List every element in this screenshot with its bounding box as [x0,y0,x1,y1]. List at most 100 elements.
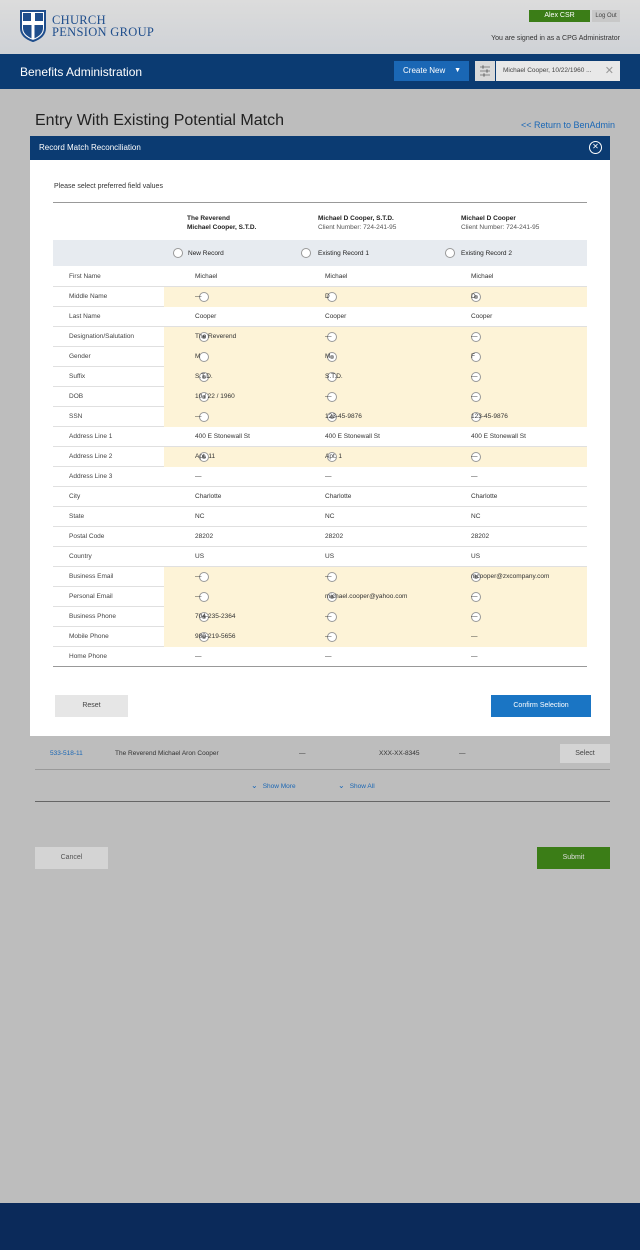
shield-cross-icon [20,10,46,42]
field-value: S.T.D. [325,373,343,380]
field-value: US [325,553,335,560]
field-row: Middle Name — D D [53,287,587,307]
field-value: Michael [471,273,494,280]
user-button[interactable]: Alex CSR [529,10,590,22]
field-value: michael.cooper@yahoo.com [325,593,408,600]
select-label: Existing Record 2 [461,250,512,257]
field-row: Suffix S.T.D. S.T.D. — [53,367,587,387]
field-value: 400 E Stonewall St [471,433,526,440]
field-value: 123-45-9876 [325,413,362,420]
field-row: Business Email — — mcooper@zxcompany.com [53,567,587,587]
column-header-existing-2: Michael D Cooper Client Number: 724-241-… [461,214,539,232]
field-row: Business Phone 704-235-2364 — — [53,607,587,627]
field-value: NC [471,513,481,520]
cancel-button[interactable]: Cancel [35,847,108,869]
field-row: Designation/Salutation The Reverend — — [53,327,587,347]
select-new-record-radio[interactable] [173,248,183,258]
close-icon[interactable]: ✕ [605,61,614,81]
conflict-highlight [164,347,587,367]
reconciliation-modal: Record Match Reconciliation ✕ Please sel… [30,136,610,736]
filter-sliders-icon[interactable] [475,61,495,81]
field-value: — [325,653,332,660]
field-row: Country US US US [53,547,587,567]
field-label: Home Phone [69,653,107,660]
field-value: NC [195,513,205,520]
field-value: 123-45-9876 [471,413,508,420]
field-row: Address Line 3 — — — [53,467,587,487]
return-to-benadmin-link[interactable]: << Return to BenAdmin [521,120,615,130]
field-value: — [471,453,478,460]
divider [53,202,587,203]
field-value: The Reverend [195,333,237,340]
field-row: State NC NC NC [53,507,587,527]
field-value: — [325,393,332,400]
field-label: Designation/Salutation [69,333,135,340]
conflict-highlight [164,367,587,387]
record-context-chip[interactable]: Michael Cooper, 10/22/1960 ... ✕ [496,61,620,81]
field-value: — [471,593,478,600]
field-value: — [325,573,332,580]
modal-intro-text: Please select preferred field values [54,183,163,190]
table-row: 533-518-11 The Reverend Michael Aron Coo… [35,741,610,770]
field-value: — [471,613,478,620]
show-all-link[interactable]: ⌄ Show All [338,781,375,790]
field-value: — [471,653,478,660]
field-value: Apt. 11 [195,453,216,460]
field-label: First Name [69,273,101,280]
record-id-link[interactable]: 533-518-11 [50,750,83,757]
chevron-down-icon: ⌄ [251,781,258,790]
select-existing-1-radio[interactable] [301,248,311,258]
field-value-radio[interactable] [199,352,209,362]
show-more-link[interactable]: ⌄ Show More [251,781,296,790]
record-ssn: XXX-XX-8345 [379,750,420,757]
confirm-selection-button[interactable]: Confirm Selection [491,695,591,717]
column-header-line1: Michael D Cooper [461,215,516,222]
field-value: — [195,413,202,420]
field-value: Cooper [471,313,493,320]
column-header-new-record: The Reverend Michael Cooper, S.T.D. [187,214,256,232]
divider [53,666,587,667]
field-value: 28202 [195,533,214,540]
logout-button[interactable]: Log Out [592,10,620,22]
modal-title: Record Match Reconciliation [39,143,141,152]
show-more-label: Show More [262,783,296,790]
field-value: F [471,353,475,360]
select-record-button[interactable]: Select [560,744,610,763]
create-new-button[interactable]: Create New ▼ [394,61,469,81]
field-row: DOB 10 / 22 / 1960 — — [53,387,587,407]
field-value: — [471,393,478,400]
chevron-down-icon: ⌄ [338,781,345,790]
field-label: Personal Email [69,593,113,600]
cpg-logo[interactable]: CHURCH PENSION GROUP [20,10,154,42]
field-row: SSN — 123-45-9876 123-45-9876 [53,407,587,427]
page-footer [0,1203,640,1250]
column-header-existing-1: Michael D Cooper, S.T.D. Client Number: … [318,214,396,232]
app-bar: Benefits Administration Create New ▼ Mic… [0,54,640,89]
submit-button[interactable]: Submit [537,847,610,869]
caret-down-icon: ▼ [454,67,461,74]
field-value: NC [325,513,335,520]
column-header-line2: Client Number: 724-241-95 [461,224,540,231]
field-value: — [325,613,332,620]
select-existing-2-radio[interactable] [445,248,455,258]
field-label: Last Name [69,313,101,320]
field-value: M [195,353,201,360]
field-value: 10 / 22 / 1960 [195,393,235,400]
field-value: Cooper [195,313,217,320]
field-label: Address Line 1 [69,433,113,440]
logo-wordmark: CHURCH PENSION GROUP [52,14,154,39]
field-value: 400 E Stonewall St [195,433,250,440]
field-row: Home Phone — — — [53,647,587,667]
conflict-highlight [164,407,587,427]
field-value: Charlotte [325,493,352,500]
field-value: — [195,573,202,580]
field-value: Cooper [325,313,347,320]
field-value: — [195,653,202,660]
field-label: Mobile Phone [69,633,109,640]
field-value: — [195,293,202,300]
signed-in-text: You are signed in as a CPG Administrator [491,35,620,42]
modal-close-icon[interactable]: ✕ [589,141,602,154]
field-row: Address Line 2 Apt. 11 Apt. 1 — [53,447,587,467]
column-header-line2: Client Number: 724-241-95 [318,224,397,231]
reset-button[interactable]: Reset [55,695,128,717]
